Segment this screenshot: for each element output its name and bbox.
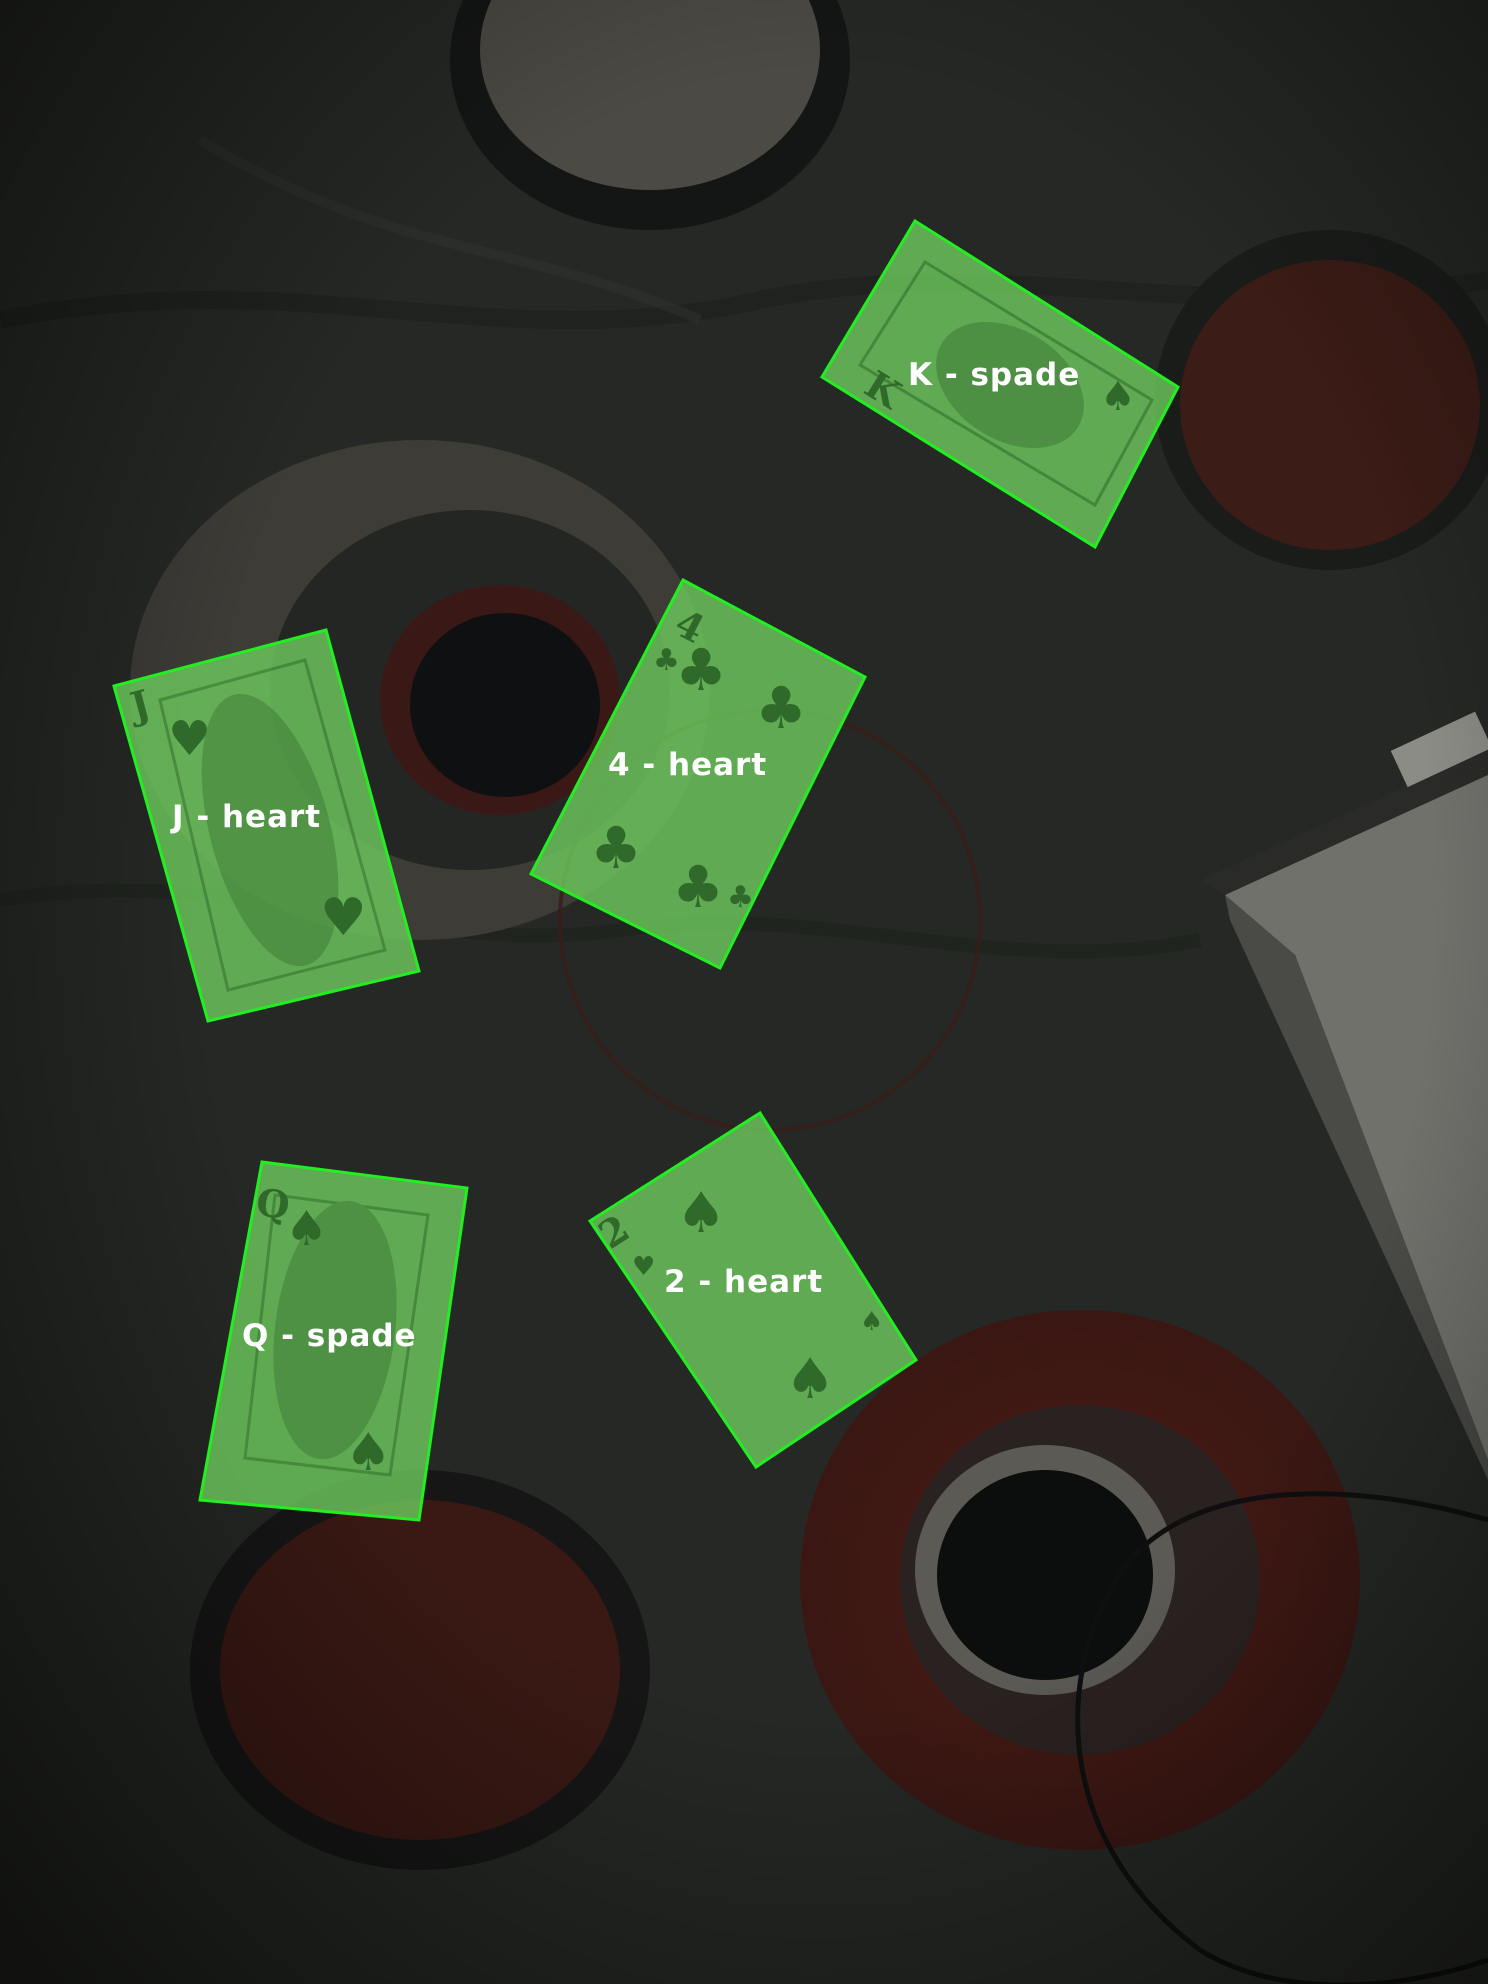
club-pip-icon: ♣ (755, 674, 807, 742)
club-corner-icon: ♣ (727, 880, 754, 915)
spade-corner-icon: ♠ (860, 1307, 883, 1337)
detection-label-k-spade: K - spade (908, 357, 1080, 393)
card-detection-photo: K ♠ K - spade 4 ♣ ♣ ♣ ♣ ♣ ♣ 4 - heart J … (0, 0, 1488, 1984)
heart-icon: ♥ (632, 1252, 655, 1282)
heart-icon: ♥ (168, 711, 211, 767)
detection-label-4-heart: 4 - heart (608, 747, 767, 783)
club-pip-icon: ♣ (675, 636, 727, 704)
club-pip-icon: ♣ (672, 853, 724, 921)
spade-pip-icon: ♠ (345, 1423, 392, 1483)
detection-label-j-heart: J - heart (170, 799, 321, 835)
spade-icon: ♠ (1100, 374, 1136, 420)
club-pip-icon: ♣ (590, 814, 642, 882)
detection-label-q-spade: Q - spade (242, 1318, 417, 1354)
detection-label-2-heart: 2 - heart (664, 1264, 823, 1300)
spade-pip-icon: ♠ (676, 1181, 726, 1246)
spade-pip-icon: ♠ (785, 1347, 835, 1412)
spade-icon: ♠ (285, 1201, 328, 1257)
heart-pip-icon: ♥ (320, 888, 367, 948)
